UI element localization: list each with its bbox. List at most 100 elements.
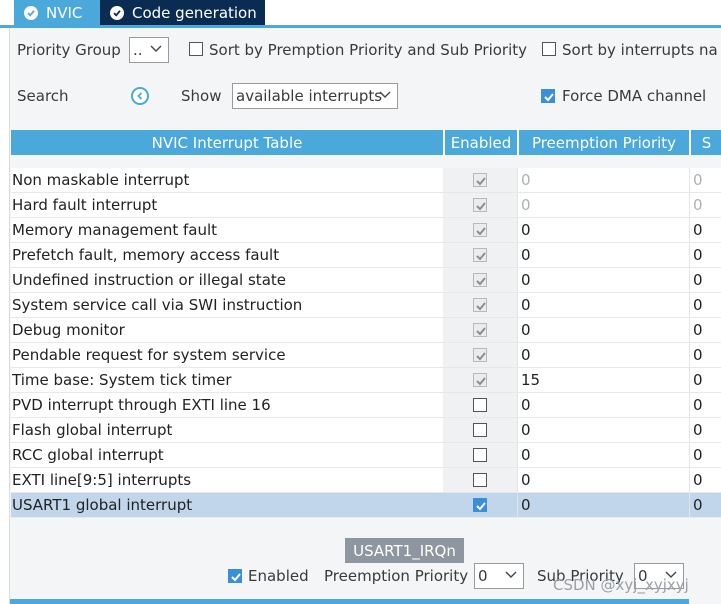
table-row[interactable]: Flash global interrupt 0 0 <box>11 418 721 443</box>
preemption-priority-cell[interactable]: 0 <box>517 493 689 517</box>
sub-priority-cell[interactable]: 0 <box>689 193 721 217</box>
interrupt-name: System service call via SWI instruction <box>12 296 303 314</box>
chevron-down-icon <box>379 91 391 98</box>
preemption-priority-cell[interactable]: 0 <box>517 468 689 492</box>
preemption-priority-cell[interactable]: 0 <box>517 418 689 442</box>
enabled-cell <box>443 343 517 367</box>
preemption-priority-cell[interactable]: 0 <box>517 268 689 292</box>
sub-priority-cell[interactable]: 0 <box>689 368 721 392</box>
search-label: Search <box>17 87 69 105</box>
sub-priority-cell[interactable]: 0 <box>689 468 721 492</box>
check-icon <box>476 252 486 261</box>
table-row[interactable]: Time base: System tick timer 15 0 <box>11 368 721 393</box>
enabled-checkbox <box>473 298 487 312</box>
header-preemption-priority[interactable]: Preemption Priority <box>519 130 689 155</box>
header-sub-priority[interactable]: S <box>691 130 721 155</box>
preemption-priority-cell[interactable]: 0 <box>517 318 689 342</box>
preemption-priority-cell[interactable]: 0 <box>517 393 689 417</box>
preemption-priority-cell[interactable]: 0 <box>517 168 689 192</box>
table-row[interactable]: PVD interrupt through EXTI line 16 0 0 <box>11 393 721 418</box>
priority-group-label: Priority Group <box>17 41 121 59</box>
irq-preemption-label: Preemption Priority <box>324 567 469 585</box>
enabled-cell <box>443 368 517 392</box>
table-row[interactable]: USART1 global interrupt 0 0 <box>11 493 721 518</box>
check-icon <box>476 227 486 236</box>
enabled-checkbox[interactable] <box>473 398 487 412</box>
irq-enabled-label: Enabled <box>248 567 309 585</box>
preemption-priority-cell[interactable]: 0 <box>517 243 689 267</box>
chevron-down-icon <box>150 45 162 52</box>
enabled-checkbox <box>473 248 487 262</box>
check-icon <box>476 377 486 386</box>
table-row[interactable]: Hard fault interrupt 0 0 <box>11 193 721 218</box>
sub-priority-cell[interactable]: 0 <box>689 218 721 242</box>
table-row[interactable]: Non maskable interrupt 0 0 <box>11 168 721 193</box>
enabled-checkbox[interactable] <box>473 498 487 512</box>
sub-priority-cell[interactable]: 0 <box>689 443 721 467</box>
nvic-panel: Priority Group .. Sort by Premption Prio… <box>9 28 721 604</box>
table-row[interactable]: EXTI line[9:5] interrupts 0 0 <box>11 468 721 493</box>
interrupt-name: Pendable request for system service <box>12 346 286 364</box>
watermark: CSDN @xyj_xyjxyj <box>553 576 689 594</box>
enabled-cell <box>443 393 517 417</box>
check-icon <box>476 202 486 211</box>
enabled-checkbox <box>473 198 487 212</box>
sub-priority-cell[interactable]: 0 <box>689 393 721 417</box>
enabled-cell <box>443 218 517 242</box>
enabled-checkbox[interactable] <box>473 448 487 462</box>
table-row[interactable]: Debug monitor 0 0 <box>11 318 721 343</box>
search-refresh-icon[interactable] <box>131 87 149 105</box>
sub-priority-cell[interactable]: 0 <box>689 343 721 367</box>
sub-priority-cell[interactable]: 0 <box>689 493 721 517</box>
interrupt-name: PVD interrupt through EXTI line 16 <box>12 396 271 414</box>
table-row[interactable]: Undefined instruction or illegal state 0 0 <box>11 268 721 293</box>
interrupt-name: USART1 global interrupt <box>12 496 193 514</box>
tab-code-generation[interactable]: Code generation <box>100 0 265 25</box>
sub-priority-cell[interactable]: 0 <box>689 418 721 442</box>
header-enabled[interactable]: Enabled <box>445 130 517 155</box>
check-icon <box>231 573 241 582</box>
table-row[interactable]: System service call via SWI instruction 0… <box>11 293 721 318</box>
sub-priority-cell[interactable]: 0 <box>689 293 721 317</box>
table-row[interactable]: Memory management fault 0 0 <box>11 218 721 243</box>
sort-interrupts-checkbox[interactable] <box>542 42 556 56</box>
interrupt-name: Memory management fault <box>12 221 218 239</box>
sub-priority-cell[interactable]: 0 <box>689 243 721 267</box>
interrupt-name: Non maskable interrupt <box>12 171 190 189</box>
show-filter-select[interactable]: available interrupts <box>232 83 398 109</box>
table-row[interactable]: RCC global interrupt 0 0 <box>11 443 721 468</box>
check-circle-icon <box>24 5 38 20</box>
irq-enabled-checkbox[interactable] <box>228 569 242 583</box>
enabled-cell <box>443 468 517 492</box>
enabled-checkbox[interactable] <box>473 423 487 437</box>
preemption-priority-cell[interactable]: 0 <box>517 218 689 242</box>
priority-group-select[interactable]: .. <box>129 37 169 63</box>
header-interrupt-table[interactable]: NVIC Interrupt Table <box>11 130 443 155</box>
table-row[interactable]: Pendable request for system service 0 0 <box>11 343 721 368</box>
force-dma-checkbox[interactable] <box>541 89 555 103</box>
interrupt-name: Hard fault interrupt <box>12 196 158 214</box>
irq-preemption-select[interactable]: 0 <box>474 563 524 589</box>
sort-preemption-label: Sort by Premption Priority and Sub Prior… <box>209 41 528 59</box>
enabled-checkbox <box>473 223 487 237</box>
enabled-cell <box>443 418 517 442</box>
tab-nvic[interactable]: NVIC <box>14 0 100 25</box>
irq-preemption-value: 0 <box>478 567 488 585</box>
table-row[interactable]: Prefetch fault, memory access fault 0 0 <box>11 243 721 268</box>
check-icon <box>476 502 486 511</box>
sub-priority-cell[interactable]: 0 <box>689 268 721 292</box>
interrupt-name: Flash global interrupt <box>12 421 173 439</box>
preemption-priority-cell[interactable]: 0 <box>517 193 689 217</box>
enabled-checkbox[interactable] <box>473 473 487 487</box>
preemption-priority-cell[interactable]: 0 <box>517 343 689 367</box>
check-icon <box>476 352 486 361</box>
sort-preemption-checkbox[interactable] <box>189 42 203 56</box>
priority-group-value: .. <box>133 41 143 59</box>
preemption-priority-cell[interactable]: 15 <box>517 368 689 392</box>
preemption-priority-cell[interactable]: 0 <box>517 443 689 467</box>
preemption-priority-cell[interactable]: 0 <box>517 293 689 317</box>
sub-priority-cell[interactable]: 0 <box>689 168 721 192</box>
tab-nvic-label: NVIC <box>46 3 83 22</box>
sub-priority-cell[interactable]: 0 <box>689 318 721 342</box>
enabled-checkbox <box>473 173 487 187</box>
